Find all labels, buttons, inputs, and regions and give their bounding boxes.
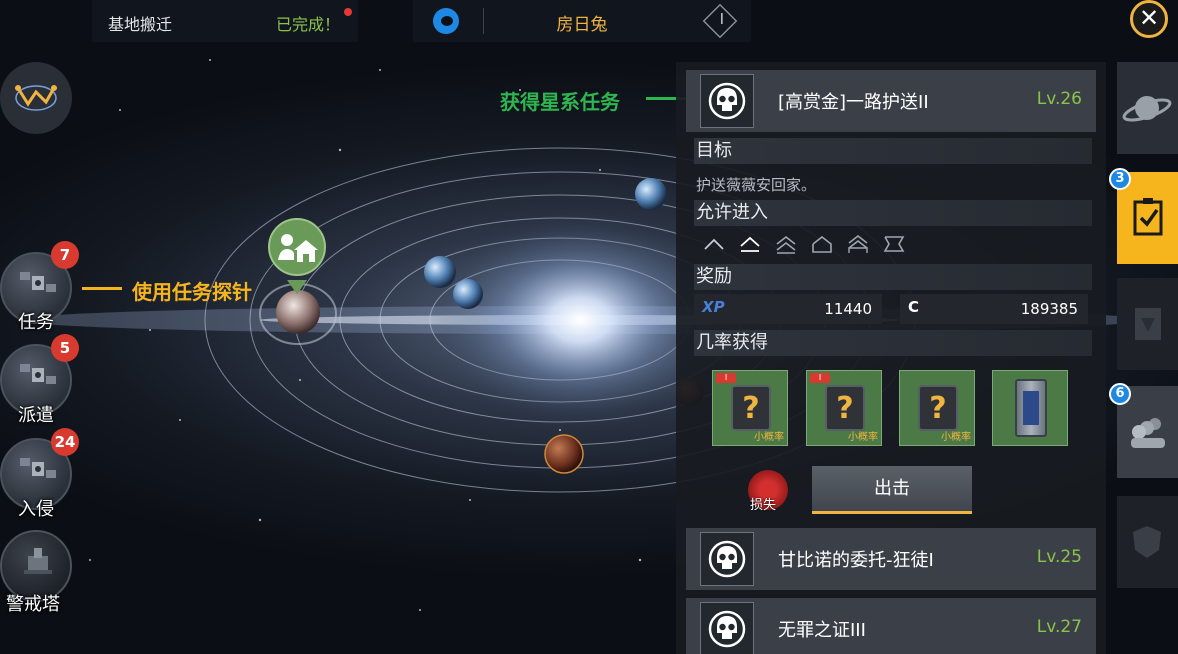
probe-satellite-icon: [20, 272, 56, 292]
loss-label: 损失: [750, 498, 777, 513]
mystery-crate-icon: ?: [825, 385, 865, 431]
annotation-use-probe: 使用任务探针: [132, 280, 252, 304]
mission-panel[interactable]: [高赏金]一路护送II Lv.26 目标 护送薇薇安回家。 允许进入 奖励 XP…: [676, 62, 1106, 654]
rank-numeral: I: [719, 10, 724, 28]
drop-item[interactable]: [992, 370, 1068, 446]
drop-chance-label: 小概率: [754, 432, 784, 443]
home-base-marker[interactable]: [268, 218, 326, 298]
relocate-status: 已完成！: [275, 15, 340, 34]
drop-item[interactable]: I ? 小概率: [712, 370, 788, 446]
player-name: 房日兔: [556, 15, 608, 35]
chevron-3-icon: [776, 235, 796, 254]
tab-alliance[interactable]: [1117, 496, 1178, 588]
skull-icon: [700, 602, 754, 654]
xp-icon: XP: [702, 298, 725, 316]
chevron-2-icon: [740, 236, 760, 252]
quest-level: Lv.27: [1036, 617, 1082, 637]
side-label-watchtower: 警戒塔: [6, 594, 60, 615]
quest-level: Lv.25: [1036, 547, 1082, 567]
drops-heading: 几率获得: [694, 330, 1092, 356]
blueprint-pack-icon: [1015, 379, 1047, 437]
base-relocation-bar[interactable]: 基地搬迁 已完成！: [92, 0, 358, 42]
side-label-dispatch: 派遣: [18, 405, 54, 426]
probe-satellite-icon: [20, 458, 56, 478]
side-label-invasion: 入侵: [18, 499, 54, 520]
tab-intel[interactable]: [1117, 278, 1178, 370]
quest-title: 甘比诺的委托-狂徒I: [778, 550, 934, 571]
quest-title: [高赏金]一路护送II: [778, 92, 929, 113]
invasion-badge: 24: [51, 428, 79, 456]
quest-card-selected[interactable]: [高赏金]一路护送II Lv.26: [686, 70, 1096, 132]
reward-credit: C 189385: [900, 294, 1088, 324]
quest-title: 无罪之证III: [778, 620, 866, 641]
fleet-tab-badge: 6: [1109, 383, 1131, 405]
drop-item[interactable]: ? 小概率: [899, 370, 975, 446]
drop-tier-tag: I: [810, 373, 830, 383]
house-chevron-icon: [812, 235, 832, 253]
skull-icon: [700, 532, 754, 586]
drop-item[interactable]: I ? 小概率: [806, 370, 882, 446]
planet-icon: [1122, 96, 1172, 122]
constellation-icon: [15, 85, 57, 111]
skull-icon: [700, 74, 754, 128]
chevron-1-icon: [704, 238, 724, 250]
annotation-get-mission: 获得星系任务: [500, 90, 620, 114]
pin-pointer: [287, 280, 307, 294]
quest-card[interactable]: 甘比诺的委托-狂徒I Lv.25: [686, 528, 1096, 590]
chevron-4-icon: [848, 234, 868, 253]
home-icon: [268, 218, 326, 276]
drop-chance-label: 小概率: [941, 432, 971, 443]
side-label-missions: 任务: [18, 312, 54, 333]
missions-badge: 7: [51, 241, 79, 269]
objective-heading: 目标: [694, 138, 1092, 164]
mystery-crate-icon: ?: [731, 385, 771, 431]
banner-icon: [883, 236, 905, 252]
quest-level: Lv.26: [1036, 89, 1082, 109]
turret-icon: [24, 548, 52, 574]
player-info-bar[interactable]: 房日兔 I: [413, 0, 751, 42]
notification-dot: [344, 8, 352, 16]
probe-satellite-icon: [20, 364, 56, 384]
close-button[interactable]: ✕: [1130, 0, 1168, 38]
missions-tab-badge: 3: [1109, 168, 1131, 190]
rewards-heading: 奖励: [694, 264, 1092, 290]
shield-emblem-icon: [1133, 526, 1161, 558]
relocate-label: 基地搬迁: [108, 15, 173, 34]
reward-credit-value: 189385: [1020, 300, 1078, 318]
dispatch-badge: 5: [51, 334, 79, 362]
access-heading: 允许进入: [694, 200, 1092, 226]
tab-planets[interactable]: [1117, 62, 1178, 154]
objective-text: 护送薇薇安回家。: [696, 176, 817, 194]
galaxy-map-button[interactable]: [0, 62, 72, 134]
attack-button[interactable]: 出击: [812, 466, 972, 514]
drop-tier-tag: I: [716, 373, 736, 383]
intel-icon: [1135, 308, 1161, 340]
drop-chance-label: 小概率: [848, 432, 878, 443]
reward-xp-value: 11440: [824, 300, 872, 318]
annotation-line-probe: [82, 287, 122, 290]
mystery-crate-icon: ?: [918, 385, 958, 431]
reward-xp: XP 11440: [694, 294, 882, 324]
credit-icon: C: [908, 298, 920, 316]
quest-card[interactable]: 无罪之证III Lv.27: [686, 598, 1096, 654]
